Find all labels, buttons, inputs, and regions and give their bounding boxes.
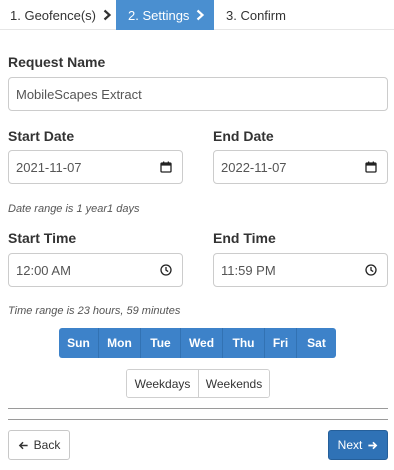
clock-icon[interactable]: [160, 264, 172, 276]
day-thu-button[interactable]: Thu: [223, 328, 265, 358]
end-date-input[interactable]: 2022-11-07: [213, 150, 388, 184]
day-wed-button[interactable]: Wed: [181, 328, 223, 358]
arrow-left-icon: [18, 441, 28, 449]
back-label: Back: [33, 438, 61, 452]
day-fri-button[interactable]: Fri: [265, 328, 297, 358]
calendar-icon[interactable]: [365, 161, 377, 173]
start-time-label: Start Time: [8, 230, 77, 246]
step-label: 1. Geofence(s): [10, 7, 96, 23]
day-of-week-selector: Sun Mon Tue Wed Thu Fri Sat: [59, 328, 336, 358]
end-time-value: 11:59 PM: [221, 262, 276, 278]
clock-icon[interactable]: [365, 264, 377, 276]
calendar-icon[interactable]: [160, 161, 172, 173]
divider: [8, 408, 388, 409]
date-range-hint: Date range is 1 year1 days: [8, 203, 140, 215]
end-time-input[interactable]: 11:59 PM: [213, 253, 388, 287]
time-range-hint: Time range is 23 hours, 59 minutes: [8, 305, 181, 317]
divider: [8, 419, 388, 420]
weekends-button[interactable]: Weekends: [198, 370, 269, 397]
step-geofences[interactable]: 1. Geofence(s): [0, 0, 116, 30]
chevron-right-icon: [103, 9, 112, 21]
end-date-value: 2022-11-07: [221, 159, 287, 175]
day-mon-button[interactable]: Mon: [99, 328, 141, 358]
request-name-value: MobileScapes Extract: [16, 86, 142, 102]
day-sun-button[interactable]: Sun: [59, 328, 99, 358]
step-label: 3. Confirm: [226, 7, 286, 23]
step-settings[interactable]: 2. Settings: [116, 0, 214, 30]
start-time-input[interactable]: 12:00 AM: [8, 253, 183, 287]
step-confirm[interactable]: 3. Confirm: [214, 0, 286, 30]
start-time-value: 12:00 AM: [16, 262, 71, 278]
next-button[interactable]: Next: [328, 430, 388, 460]
end-date-label: End Date: [213, 128, 274, 144]
request-name-label: Request Name: [8, 54, 106, 70]
start-date-label: Start Date: [8, 128, 75, 144]
wizard-steps: 1. Geofence(s) 2. Settings 3. Confirm: [0, 0, 394, 30]
step-label: 2. Settings: [128, 7, 190, 23]
start-date-input[interactable]: 2021-11-07: [8, 150, 183, 184]
day-preset-group: Weekdays Weekends: [126, 369, 270, 398]
back-button[interactable]: Back: [8, 430, 70, 460]
arrow-right-icon: [368, 441, 378, 449]
next-label: Next: [337, 438, 363, 452]
day-sat-button[interactable]: Sat: [297, 328, 336, 358]
end-time-label: End Time: [213, 230, 276, 246]
chevron-right-icon: [197, 9, 205, 21]
start-date-value: 2021-11-07: [16, 159, 82, 175]
weekdays-button[interactable]: Weekdays: [127, 370, 198, 397]
day-tue-button[interactable]: Tue: [141, 328, 181, 358]
request-name-input[interactable]: MobileScapes Extract: [8, 77, 388, 111]
